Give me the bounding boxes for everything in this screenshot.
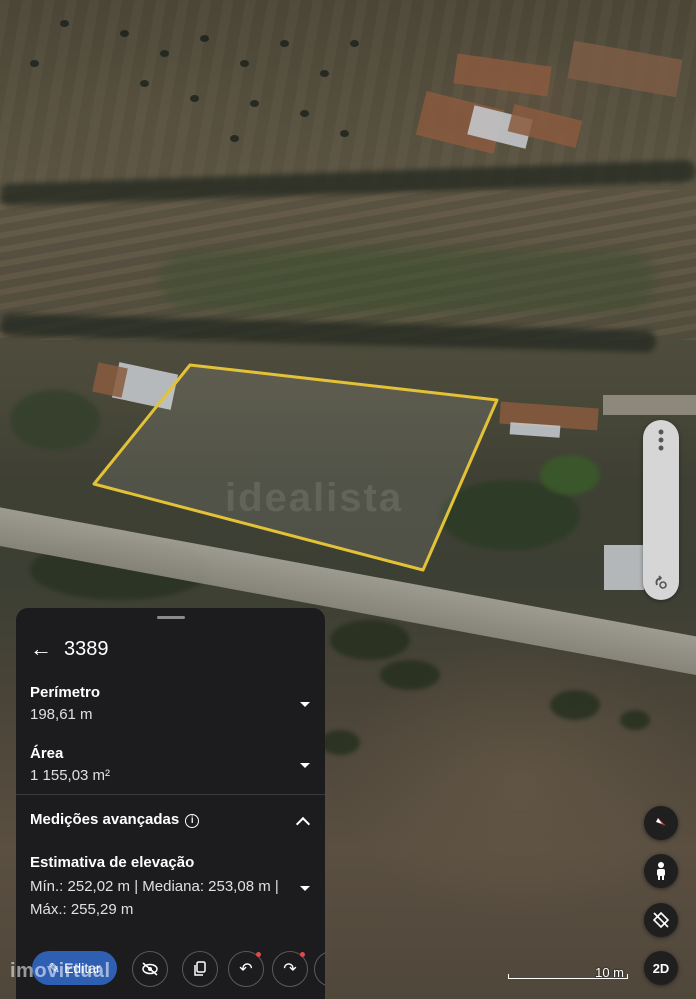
perimeter-value: 198,61 m [30,706,93,723]
copy-icon [194,961,206,976]
view-mode-2d-button[interactable]: 2D [644,951,678,985]
compass-button[interactable] [644,806,678,840]
scale-line [508,974,628,979]
perimeter-dropdown-icon[interactable] [300,702,310,707]
map-watermark: idealista [225,476,404,520]
perimeter-label: Perímetro [30,684,101,701]
scale-bar: 10 m [508,965,628,980]
imovirtual-watermark: imovirtual [10,960,111,982]
undo-icon: ↶ [239,961,253,978]
panel-header: ← 3389 [30,636,109,662]
area-dropdown-icon[interactable] [300,763,310,768]
more-icon: ⋮ [324,959,325,979]
advanced-measurements-header[interactable]: Medições avançadas i [30,811,312,832]
perimeter-row[interactable]: Perímetro 198,61 m [30,684,312,723]
collapse-chevron-icon[interactable] [295,816,311,832]
redo-icon: ↷ [283,961,297,978]
more-vertical-icon[interactable]: • • • [643,423,679,457]
area-row[interactable]: Área 1 155,03 m² [30,745,312,784]
elevation-label: Estimativa de elevação [30,854,195,871]
plot-polygon [92,363,499,572]
undo-badge [256,952,261,957]
copy-button[interactable] [182,951,218,987]
elevation-row[interactable]: Estimativa de elevação Mín.: 252,02 m | … [30,854,312,921]
divider [16,794,325,795]
hide-button[interactable] [132,951,168,987]
measurement-panel[interactable]: ← 3389 Perímetro 198,61 m Área 1 155,03 … [16,608,325,999]
street-view-button[interactable] [644,854,678,888]
area-label: Área [30,745,64,762]
advanced-measurements-title: Medições avançadas [30,811,180,828]
back-arrow-icon[interactable]: ← [30,636,52,662]
more-tools-button[interactable]: ⋮ [314,951,325,987]
eye-off-icon [142,962,158,976]
rotate-gesture-icon[interactable] [651,572,671,592]
tilt-button[interactable] [644,903,678,937]
map-viewport[interactable]: idealista • • • 2D 10 m ← 3389 Perímetro… [0,0,696,999]
elevation-values: Mín.: 252,02 m | Mediana: 253,08 m | Máx… [30,878,279,918]
tilt-view-icon [652,911,670,929]
drag-handle[interactable] [157,616,185,619]
redo-button[interactable]: ↷ [272,951,308,987]
side-control-strip[interactable]: • • • [643,420,679,600]
street-view-person-icon [657,862,665,880]
area-value: 1 155,03 m² [30,767,111,784]
undo-button[interactable]: ↶ [228,951,264,987]
compass-icon [656,818,666,828]
panel-title: 3389 [64,637,109,660]
elevation-dropdown-icon[interactable] [300,886,310,891]
redo-badge [300,952,305,957]
info-icon[interactable]: i [185,814,200,828]
